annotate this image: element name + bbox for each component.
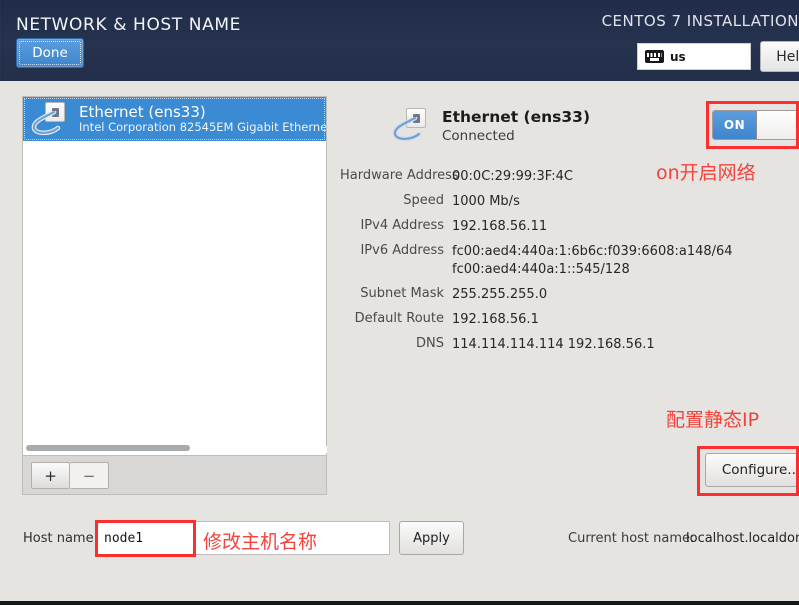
- device-details-table: Hardware Address 00:0C:29:99:3F:4C Speed…: [340, 168, 760, 361]
- device-list-toolbar: + −: [22, 456, 327, 495]
- detail-row-speed: Speed 1000 Mb/s: [340, 193, 760, 210]
- annotation-box-configure: [697, 446, 799, 496]
- detail-row-default-route: Default Route 192.168.56.1: [340, 311, 760, 328]
- detail-value: 00:0C:29:99:3F:4C: [452, 169, 573, 184]
- add-device-button[interactable]: +: [31, 462, 70, 489]
- detail-value: 114.114.114.114 192.168.56.1: [452, 337, 655, 353]
- detail-value: 1000 Mb/s: [452, 194, 520, 210]
- detail-label: IPv6 Address: [360, 243, 444, 259]
- remove-device-label: −: [82, 466, 96, 485]
- page-title: NETWORK & HOST NAME: [16, 15, 241, 35]
- focus-ring: [19, 41, 81, 65]
- done-button[interactable]: Done: [16, 38, 84, 68]
- add-device-label: +: [44, 466, 57, 485]
- annotation-text-change-hostname: 修改主机名称: [203, 531, 318, 553]
- ethernet-icon: [392, 108, 432, 142]
- device-name: Ethernet (ens33): [442, 108, 591, 126]
- help-button-label: Help!: [776, 48, 799, 65]
- detail-label: Speed: [403, 193, 444, 209]
- remove-device-button[interactable]: −: [70, 462, 109, 489]
- detail-row-dns: DNS 114.114.114.114 192.168.56.1: [340, 336, 760, 353]
- keyboard-layout-indicator[interactable]: us: [637, 43, 751, 70]
- detail-row-subnet-mask: Subnet Mask 255.255.255.0: [340, 286, 760, 303]
- list-item-description: Intel Corporation 82545EM Gigabit Ethern…: [79, 119, 326, 134]
- keyboard-icon: [645, 50, 664, 63]
- detail-row-ipv6-address: IPv6 Address fc00:aed4:440a:1:6b6c:f039:…: [340, 243, 760, 277]
- installer-header: NETWORK & HOST NAME CENTOS 7 INSTALLATIO…: [0, 0, 799, 81]
- scrollbar-thumb[interactable]: [26, 445, 190, 451]
- list-item-title: Ethernet (ens33): [79, 104, 206, 122]
- apply-button[interactable]: Apply: [399, 521, 464, 555]
- detail-label: IPv4 Address: [360, 218, 444, 234]
- detail-label: DNS: [416, 336, 444, 352]
- apply-button-label: Apply: [413, 530, 450, 546]
- keyboard-layout-label: us: [670, 49, 686, 64]
- annotation-text-enable-network: on开启网络: [656, 162, 756, 184]
- detail-value: 255.255.255.0: [452, 286, 548, 302]
- help-button[interactable]: Help!: [760, 41, 799, 72]
- device-status: Connected: [442, 128, 515, 145]
- current-hostname-value: localhost.localdomain: [686, 531, 799, 546]
- detail-row-ipv4-address: IPv4 Address 192.168.56.11: [340, 218, 760, 235]
- detail-value: 192.168.56.11: [452, 219, 548, 235]
- detail-label: Subnet Mask: [360, 285, 444, 301]
- detail-value: 192.168.56.1: [452, 311, 539, 327]
- installer-title: CENTOS 7 INSTALLATION: [601, 12, 799, 30]
- bottom-bar: [0, 601, 799, 605]
- current-hostname-label: Current host name:: [568, 531, 695, 546]
- detail-label: Hardware Address: [340, 168, 459, 183]
- device-details-header: Ethernet (ens33) Connected: [392, 108, 590, 146]
- hostname-label: Host name:: [23, 531, 98, 546]
- annotation-box-toggle: [706, 101, 799, 149]
- list-horizontal-scrollbar[interactable]: [24, 445, 327, 453]
- ethernet-icon: [31, 102, 71, 136]
- detail-label: Default Route: [354, 310, 444, 326]
- installer-window: NETWORK & HOST NAME CENTOS 7 INSTALLATIO…: [0, 0, 799, 605]
- list-item[interactable]: Ethernet (ens33) Intel Corporation 82545…: [23, 97, 326, 141]
- detail-value: fc00:aed4:440a:1:6b6c:f039:6608:a148/64 …: [452, 244, 733, 277]
- cable-shape: [31, 111, 61, 136]
- annotation-box-hostname: [95, 520, 196, 557]
- annotation-text-static-ip: 配置静态IP: [666, 409, 760, 431]
- network-device-list[interactable]: Ethernet (ens33) Intel Corporation 82545…: [22, 96, 327, 456]
- cable-shape: [392, 117, 422, 142]
